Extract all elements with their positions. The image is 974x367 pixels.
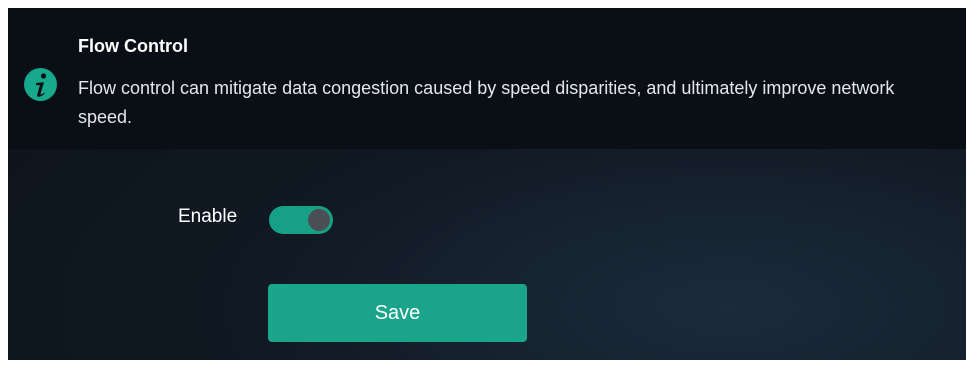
toggle-knob — [308, 209, 330, 231]
info-description: Flow control can mitigate data congestio… — [78, 78, 895, 127]
info-title: Flow Control — [78, 36, 188, 56]
info-icon — [24, 68, 57, 101]
info-banner: Flow Control Flow control can mitigate d… — [8, 8, 966, 149]
save-button[interactable]: Save — [268, 284, 527, 342]
flow-control-panel: Flow Control Flow control can mitigate d… — [8, 8, 966, 360]
enable-label: Enable — [178, 206, 238, 227]
enable-toggle[interactable] — [269, 206, 333, 234]
